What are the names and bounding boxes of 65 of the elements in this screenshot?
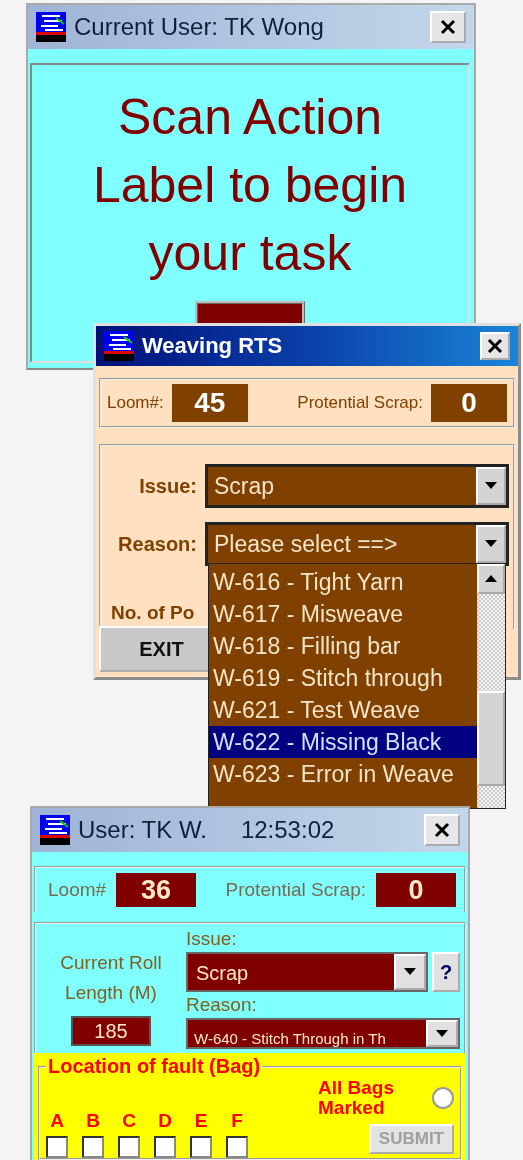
help-button[interactable]: ? — [432, 952, 460, 992]
close-icon — [440, 19, 456, 35]
scroll-up-button[interactable] — [477, 564, 505, 594]
bag-label: E — [194, 1110, 208, 1132]
reason-label: Reason: — [117, 532, 197, 556]
up-arrow-icon — [485, 575, 497, 583]
all-bags-label: All Bags Marked — [318, 1078, 396, 1118]
dropdown-option[interactable]: W-616 - Tight Yarn — [209, 566, 477, 598]
dropdown-option[interactable]: W-622 - Missing Black — [209, 726, 477, 758]
dropdown-button[interactable] — [476, 525, 506, 563]
count-label: No. of Po — [110, 602, 195, 624]
checkbox[interactable] — [226, 1136, 248, 1158]
bag-label: D — [158, 1110, 172, 1132]
dropdown-button[interactable] — [476, 467, 506, 505]
checkbox[interactable] — [190, 1136, 212, 1158]
close-button[interactable] — [480, 332, 510, 360]
caret-icon — [485, 540, 497, 548]
window-title: Weaving RTS — [142, 333, 283, 359]
instruction-text: Scan Action Label to begin your task — [91, 88, 409, 283]
dropdown-button[interactable] — [394, 954, 426, 990]
dropdown-button[interactable] — [426, 1020, 458, 1047]
group-legend: Location of fault (Bag) — [46, 1055, 263, 1078]
radio-button[interactable] — [432, 1087, 454, 1109]
window-icon — [36, 12, 66, 42]
bag-label: B — [86, 1110, 100, 1132]
scrap-count: 0 — [431, 384, 507, 422]
reason-label: Reason: — [186, 994, 258, 1016]
issue-label: Issue: — [138, 474, 197, 498]
close-button[interactable] — [424, 814, 460, 846]
dropdown-option[interactable]: W-623 - Error in Weave — [209, 758, 477, 790]
scrap-label: Protential Scrap: — [297, 393, 423, 413]
close-button[interactable] — [430, 11, 466, 43]
issue-dropdown[interactable]: Scrap — [186, 952, 428, 992]
dropdown-option[interactable]: W-621 - Test Weave — [209, 694, 477, 726]
scrollbar[interactable] — [477, 564, 505, 808]
bag-label: F — [231, 1110, 243, 1132]
loom-number: 36 — [116, 873, 197, 907]
checkbox[interactable] — [82, 1136, 104, 1158]
checkbox[interactable] — [118, 1136, 140, 1158]
issue-label: Issue: — [186, 928, 238, 950]
loom-label: Loom#: — [107, 393, 164, 413]
roll-length-label: Current Roll Length (M) — [59, 951, 163, 1005]
loom-label: Loom# — [48, 879, 107, 901]
bag-label: C — [122, 1110, 136, 1132]
scrap-count: 0 — [376, 873, 456, 907]
checkbox[interactable] — [154, 1136, 176, 1158]
caret-icon — [404, 968, 416, 976]
reason-dropdown[interactable]: W-640 - Stitch Through in Th — [186, 1018, 460, 1049]
close-icon — [434, 822, 450, 838]
caret-icon — [485, 482, 497, 490]
roll-length-value: 185 — [71, 1016, 151, 1046]
scroll-thumb[interactable] — [477, 691, 505, 786]
clock-time: 12:53:02 — [240, 816, 335, 844]
close-icon — [487, 338, 503, 354]
window-title: Current User: TK Wong — [74, 13, 324, 41]
window-title: User: TK W. — [78, 816, 207, 844]
loom-number: 45 — [171, 384, 248, 422]
checkbox[interactable] — [46, 1136, 68, 1158]
issue-dropdown[interactable]: Scrap — [205, 464, 509, 508]
scrap-label: Protential Scrap: — [225, 879, 366, 901]
bag-label: A — [50, 1110, 64, 1132]
window-icon — [40, 815, 70, 845]
reason-dropdown[interactable]: Please select ==> — [205, 522, 509, 566]
caret-icon — [436, 1029, 448, 1038]
window-icon — [104, 331, 134, 361]
